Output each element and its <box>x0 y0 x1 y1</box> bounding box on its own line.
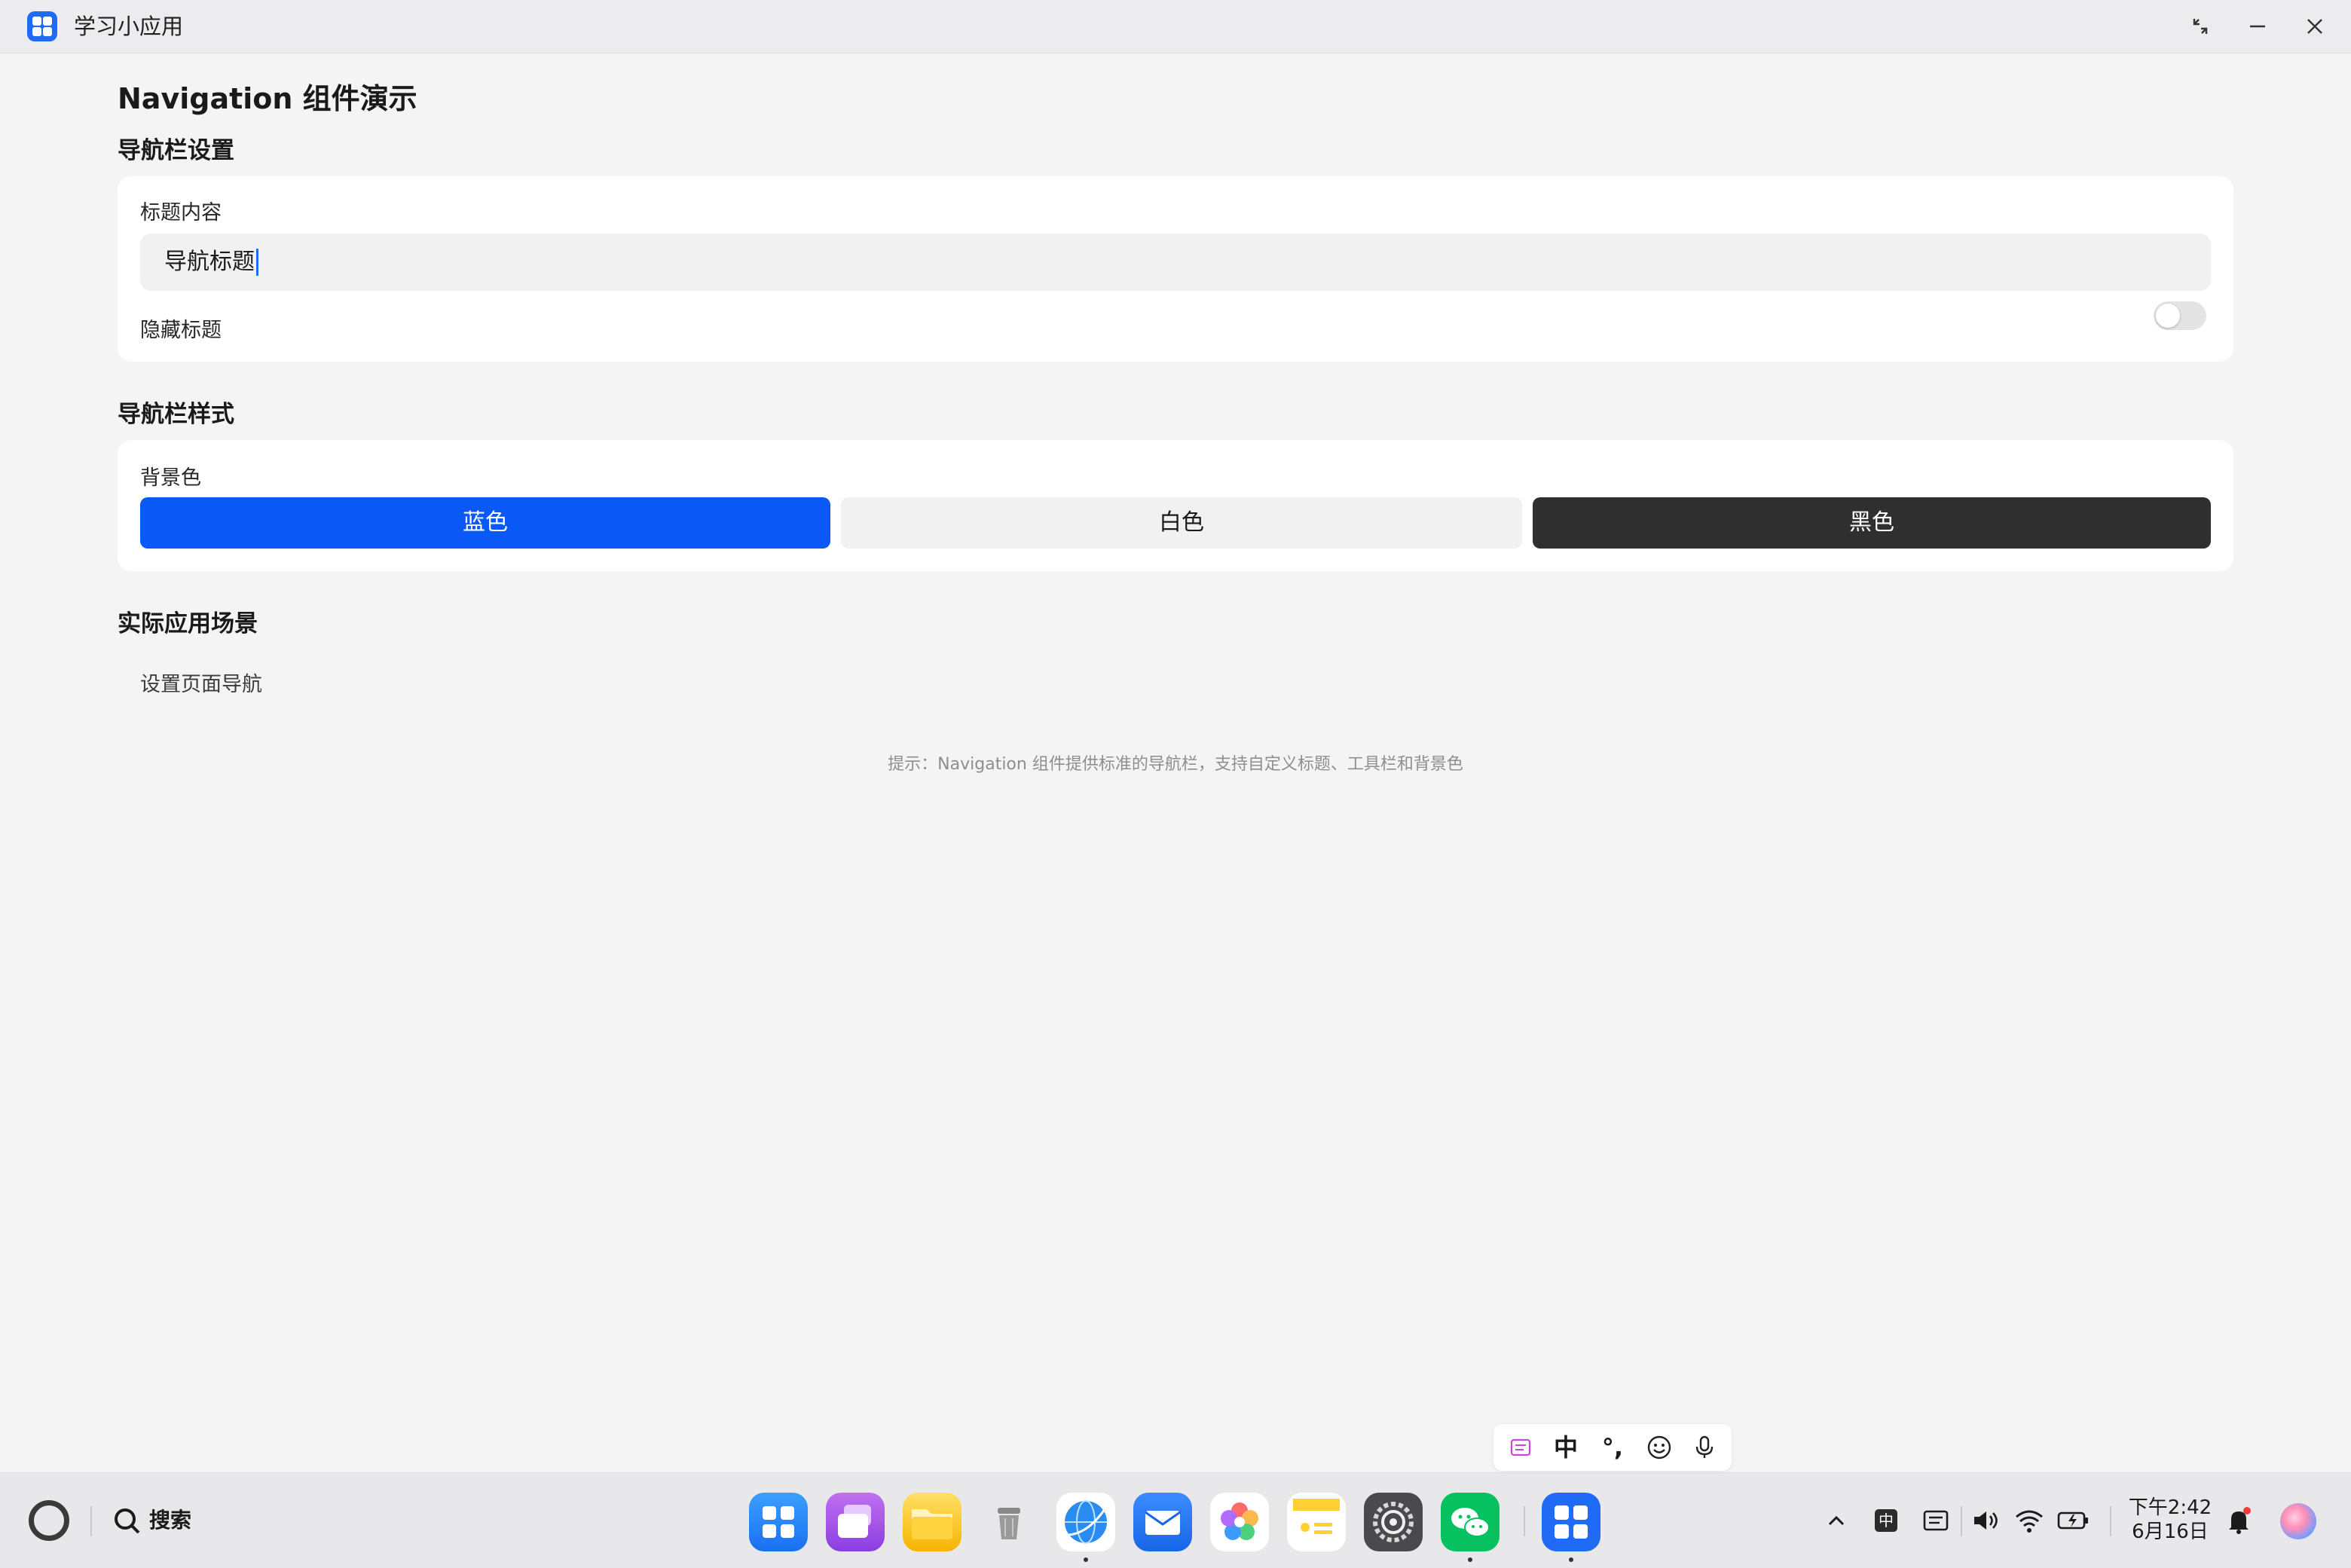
wechat-icon <box>1451 1508 1490 1537</box>
app-logo-icon <box>27 11 57 41</box>
title-content-value: 导航标题 <box>164 249 255 275</box>
running-indicator <box>1468 1557 1472 1562</box>
window-title: 学习小应用 <box>74 14 184 39</box>
ime-voice-button[interactable] <box>1682 1424 1727 1471</box>
ime-indicator: 中 <box>1875 1509 1897 1532</box>
restore-window-button[interactable] <box>2185 11 2215 41</box>
minimize-window-button[interactable] <box>2242 11 2273 41</box>
section-title-nav-settings: 导航栏设置 <box>118 137 234 164</box>
battery-charging-icon <box>2057 1511 2088 1530</box>
multitask-app[interactable] <box>826 1493 885 1551</box>
assistant-button[interactable] <box>2279 1502 2318 1541</box>
volume-icon <box>1974 1511 1998 1530</box>
assistant-orb-icon <box>2280 1503 2316 1539</box>
section-title-nav-style: 导航栏样式 <box>118 401 234 428</box>
page-title: Navigation 组件演示 <box>118 82 417 115</box>
emoji-icon <box>1647 1435 1671 1459</box>
tray-clipboard-button[interactable] <box>1918 1503 1953 1538</box>
hide-title-toggle[interactable] <box>2154 301 2206 330</box>
ime-clipboard-button[interactable] <box>1500 1424 1542 1471</box>
ime-toolbar: 中 °, <box>1493 1424 1732 1471</box>
notification-button[interactable] <box>2221 1503 2256 1538</box>
browser-app[interactable] <box>1056 1493 1115 1551</box>
microphone-icon <box>1695 1435 1714 1458</box>
files-app[interactable] <box>903 1493 961 1551</box>
background-color-label: 背景色 <box>140 466 201 490</box>
search-button[interactable]: 搜索 <box>110 1500 191 1541</box>
folder-icon <box>912 1509 952 1539</box>
notes-icon <box>1293 1499 1340 1534</box>
start-button[interactable] <box>29 1500 69 1541</box>
gallery-app[interactable] <box>1210 1493 1269 1551</box>
gear-icon <box>1373 1502 1414 1542</box>
clipboard-icon <box>1510 1438 1531 1456</box>
ime-mode-button[interactable]: 中 <box>1543 1424 1588 1471</box>
mail-icon <box>1145 1511 1181 1535</box>
app-grid-icon <box>1555 1505 1588 1539</box>
color-option-white-button[interactable]: 白色 <box>841 497 1522 549</box>
text-caret <box>256 249 258 276</box>
bell-icon <box>2229 1507 2251 1534</box>
wechat-app[interactable] <box>1441 1493 1500 1551</box>
globe-icon <box>1065 1500 1107 1544</box>
taskbar-divider <box>90 1506 92 1536</box>
clock-date: 6月16日 <box>2132 1521 2209 1543</box>
settings-app[interactable] <box>1364 1493 1423 1551</box>
tray-ime-button[interactable]: 中 <box>1869 1503 1903 1538</box>
chevron-up-icon <box>1828 1515 1845 1526</box>
study-app[interactable] <box>1542 1493 1600 1551</box>
mail-app[interactable] <box>1133 1493 1192 1551</box>
tray-wifi-button[interactable] <box>2012 1503 2047 1538</box>
toggle-knob <box>2156 304 2180 328</box>
search-label: 搜索 <box>149 1508 192 1533</box>
hide-title-label: 隐藏标题 <box>140 319 222 342</box>
nav-style-card: 背景色 蓝色 白色 黑色 <box>118 440 2233 571</box>
search-icon <box>115 1508 140 1534</box>
hint-text: 提示：Navigation 组件提供标准的导航栏，支持自定义标题、工具栏和背景色 <box>888 755 1463 774</box>
section-title-scenes: 实际应用场景 <box>118 610 258 637</box>
trash-icon <box>998 1508 1020 1539</box>
clock-time: 下午2:42 <box>2128 1496 2212 1519</box>
color-option-blue-button[interactable]: 蓝色 <box>140 497 830 549</box>
taskbar: 搜索 中 下午2:42 6月16日 <box>0 1472 2351 1568</box>
trash-app[interactable] <box>980 1493 1038 1551</box>
title-content-label: 标题内容 <box>140 201 222 225</box>
close-icon <box>2307 19 2322 34</box>
restore-icon <box>2193 19 2208 34</box>
title-content-input[interactable]: 导航标题 <box>140 234 2211 291</box>
app-center-app[interactable] <box>749 1493 808 1551</box>
ime-punctuation-button[interactable]: °, <box>1590 1424 1635 1471</box>
nav-settings-card: 标题内容 导航标题 隐藏标题 <box>118 176 2233 362</box>
tray-volume-button[interactable] <box>1968 1503 2003 1538</box>
minimize-icon <box>2250 25 2265 28</box>
clock-button[interactable]: 下午2:42 6月16日 <box>2125 1496 2215 1544</box>
taskbar-divider <box>2110 1506 2111 1536</box>
scene-item-settings-nav[interactable]: 设置页面导航 <box>140 668 262 697</box>
color-option-black-button[interactable]: 黑色 <box>1533 497 2211 549</box>
notes-app[interactable] <box>1287 1493 1346 1551</box>
close-window-button[interactable] <box>2300 11 2330 41</box>
taskbar-divider <box>1524 1506 1525 1536</box>
tray-battery-button[interactable] <box>2056 1503 2090 1538</box>
app-grid-icon <box>763 1506 794 1538</box>
gallery-flower-icon <box>1221 1502 1258 1540</box>
windows-stack-icon <box>838 1505 871 1538</box>
window-titlebar: 学习小应用 <box>0 0 2351 53</box>
ime-emoji-button[interactable] <box>1637 1424 1682 1471</box>
running-indicator <box>1569 1557 1573 1562</box>
taskbar-divider <box>1961 1506 1962 1536</box>
tray-expand-button[interactable] <box>1819 1503 1854 1538</box>
clipboard-icon <box>1923 1510 1949 1531</box>
wifi-icon <box>2016 1510 2043 1533</box>
running-indicator <box>1084 1557 1088 1562</box>
